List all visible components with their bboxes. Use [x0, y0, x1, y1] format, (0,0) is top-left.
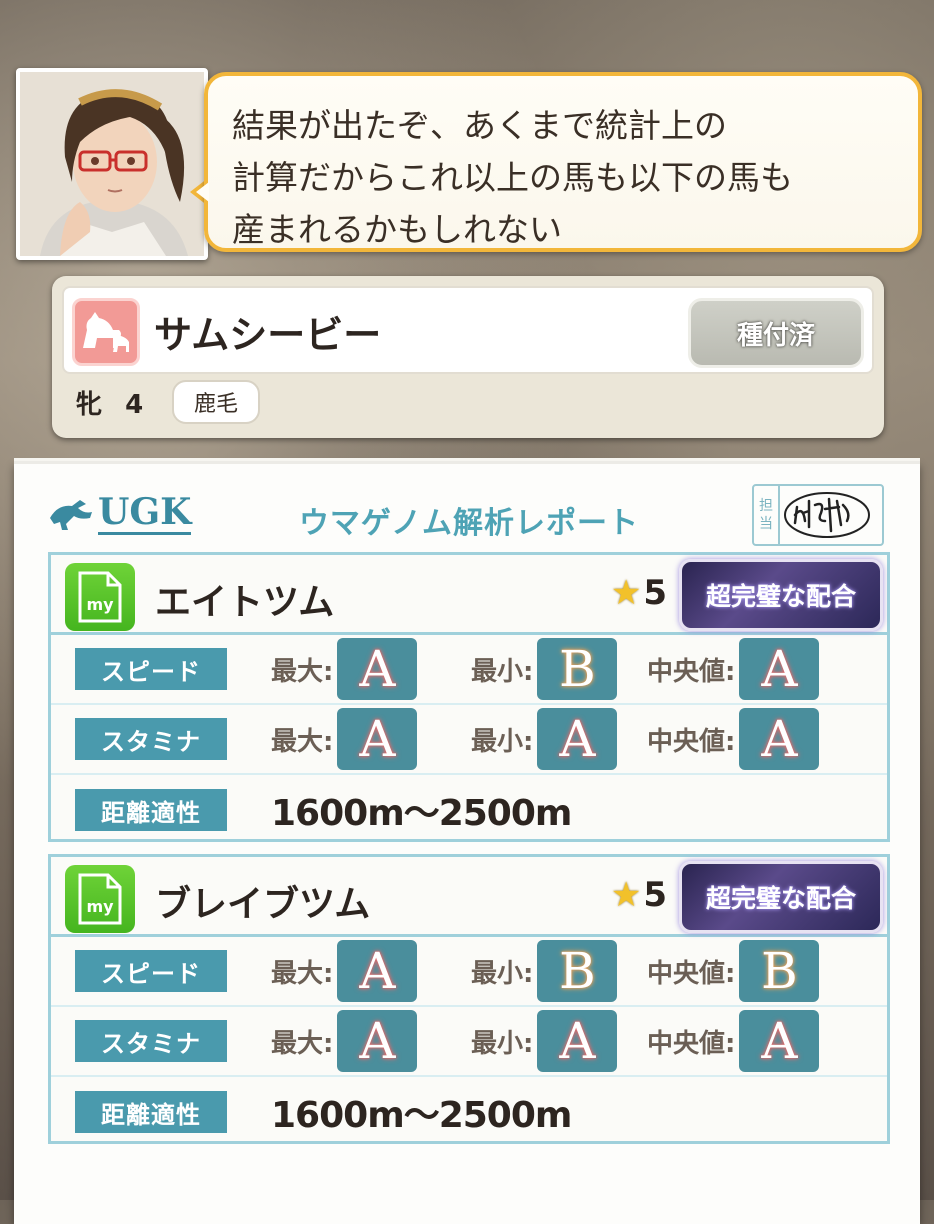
stamina-label: スタミナ — [75, 718, 227, 760]
result-header: my エイトツム ★ 5 超完璧な配合 — [51, 555, 887, 635]
speed-row: スピード 最大: A 最小: B 中央値: A — [51, 635, 887, 705]
horse-panel: サムシービー 種付済 牝 4 鹿毛 — [52, 276, 884, 438]
distance-row: 距離適性 1600m〜2500m — [51, 1077, 887, 1147]
compatibility-badge: 超完璧な配合 — [679, 559, 883, 631]
handwritten-signature — [780, 486, 882, 544]
my-label: my — [86, 595, 114, 614]
sex-age: 牝 4 — [70, 384, 160, 421]
dialogue-line: 産まれるかもしれない — [232, 210, 562, 249]
speed-max: 最大: A — [271, 940, 418, 1002]
stamina-label: スタミナ — [75, 1020, 227, 1062]
grade-badge: A — [739, 1010, 820, 1072]
grade-badge: A — [337, 1010, 418, 1072]
speed-median: 中央値: B — [647, 940, 820, 1002]
speed-min: 最小: B — [471, 940, 618, 1002]
grade-badge: B — [739, 940, 820, 1002]
distance-label: 距離適性 — [75, 789, 227, 831]
dialogue-line: 結果が出たぞ、あくまで統計上の — [232, 106, 727, 145]
my-file-icon: my — [65, 865, 135, 933]
stamina-max: 最大: A — [271, 708, 418, 770]
stamina-min: 最小: A — [471, 1010, 618, 1072]
star-rating: ★ 5 — [611, 573, 667, 613]
horse-header: サムシービー 種付済 — [62, 286, 874, 374]
mare-foal-icon — [72, 298, 140, 366]
grade-badge: B — [537, 638, 618, 700]
horse-name: サムシービー — [154, 313, 382, 357]
star-count: 5 — [643, 573, 667, 613]
speed-label: スピード — [75, 950, 227, 992]
speed-row: スピード 最大: A 最小: B 中央値: B — [51, 937, 887, 1007]
staff-stamp: 担 当 — [752, 484, 884, 546]
distance-label: 距離適性 — [75, 1091, 227, 1133]
horse-age: 4 — [125, 389, 144, 420]
result-name: ブレイブツム — [155, 884, 371, 925]
grade-badge: A — [337, 638, 418, 700]
star-icon: ★ — [610, 875, 642, 915]
stamina-median: 中央値: A — [647, 1010, 820, 1072]
distance-row: 距離適性 1600m〜2500m — [51, 775, 887, 845]
coat-chip: 鹿毛 — [172, 380, 261, 424]
horse-info: 牝 4 鹿毛 — [70, 380, 261, 424]
stamina-row: スタミナ 最大: A 最小: A 中央値: A — [51, 705, 887, 775]
distance-value: 1600m〜2500m — [271, 793, 572, 834]
grade-badge: B — [537, 940, 618, 1002]
my-label: my — [86, 897, 114, 916]
speed-label: スピード — [75, 648, 227, 690]
grade-badge: A — [537, 708, 618, 770]
distance-value: 1600m〜2500m — [271, 1095, 572, 1136]
stamp-label: 担 当 — [754, 486, 780, 544]
my-file-icon: my — [65, 563, 135, 631]
stamina-median: 中央値: A — [647, 708, 820, 770]
grade-badge: A — [537, 1010, 618, 1072]
speed-median: 中央値: A — [647, 638, 820, 700]
bubble-tail-inner — [196, 182, 209, 202]
character-portrait — [16, 68, 208, 260]
speed-max: 最大: A — [271, 638, 418, 700]
dialogue-line: 計算だからこれ以上の馬も以下の馬も — [232, 158, 793, 197]
star-rating: ★ 5 — [611, 875, 667, 915]
grade-badge: A — [739, 708, 820, 770]
grade-badge: A — [739, 638, 820, 700]
report-header: UGK ウマゲノム解析レポート 担 当 — [48, 464, 890, 552]
bred-status-button[interactable]: 種付済 — [688, 298, 864, 368]
result-name: エイトツム — [155, 582, 335, 623]
speed-min: 最小: B — [471, 638, 618, 700]
star-icon: ★ — [610, 573, 642, 613]
genome-report: UGK ウマゲノム解析レポート 担 当 my エイトツム ★ 5 超完璧な配合 … — [14, 464, 920, 1224]
grade-badge: A — [337, 940, 418, 1002]
horse-sex: 牝 — [76, 389, 103, 420]
stamina-max: 最大: A — [271, 1010, 418, 1072]
result-card[interactable]: my ブレイブツム ★ 5 超完璧な配合 スピード 最大: A 最小: B 中央… — [48, 854, 890, 1144]
star-count: 5 — [643, 875, 667, 915]
dialogue-bubble[interactable]: 結果が出たぞ、あくまで統計上の 計算だからこれ以上の馬も以下の馬も 産まれるかも… — [204, 72, 922, 252]
stamina-min: 最小: A — [471, 708, 618, 770]
result-card[interactable]: my エイトツム ★ 5 超完璧な配合 スピード 最大: A 最小: B 中央値… — [48, 552, 890, 842]
compatibility-badge: 超完璧な配合 — [679, 861, 883, 933]
stamina-row: スタミナ 最大: A 最小: A 中央値: A — [51, 1007, 887, 1077]
grade-badge: A — [337, 708, 418, 770]
result-header: my ブレイブツム ★ 5 超完璧な配合 — [51, 857, 887, 937]
